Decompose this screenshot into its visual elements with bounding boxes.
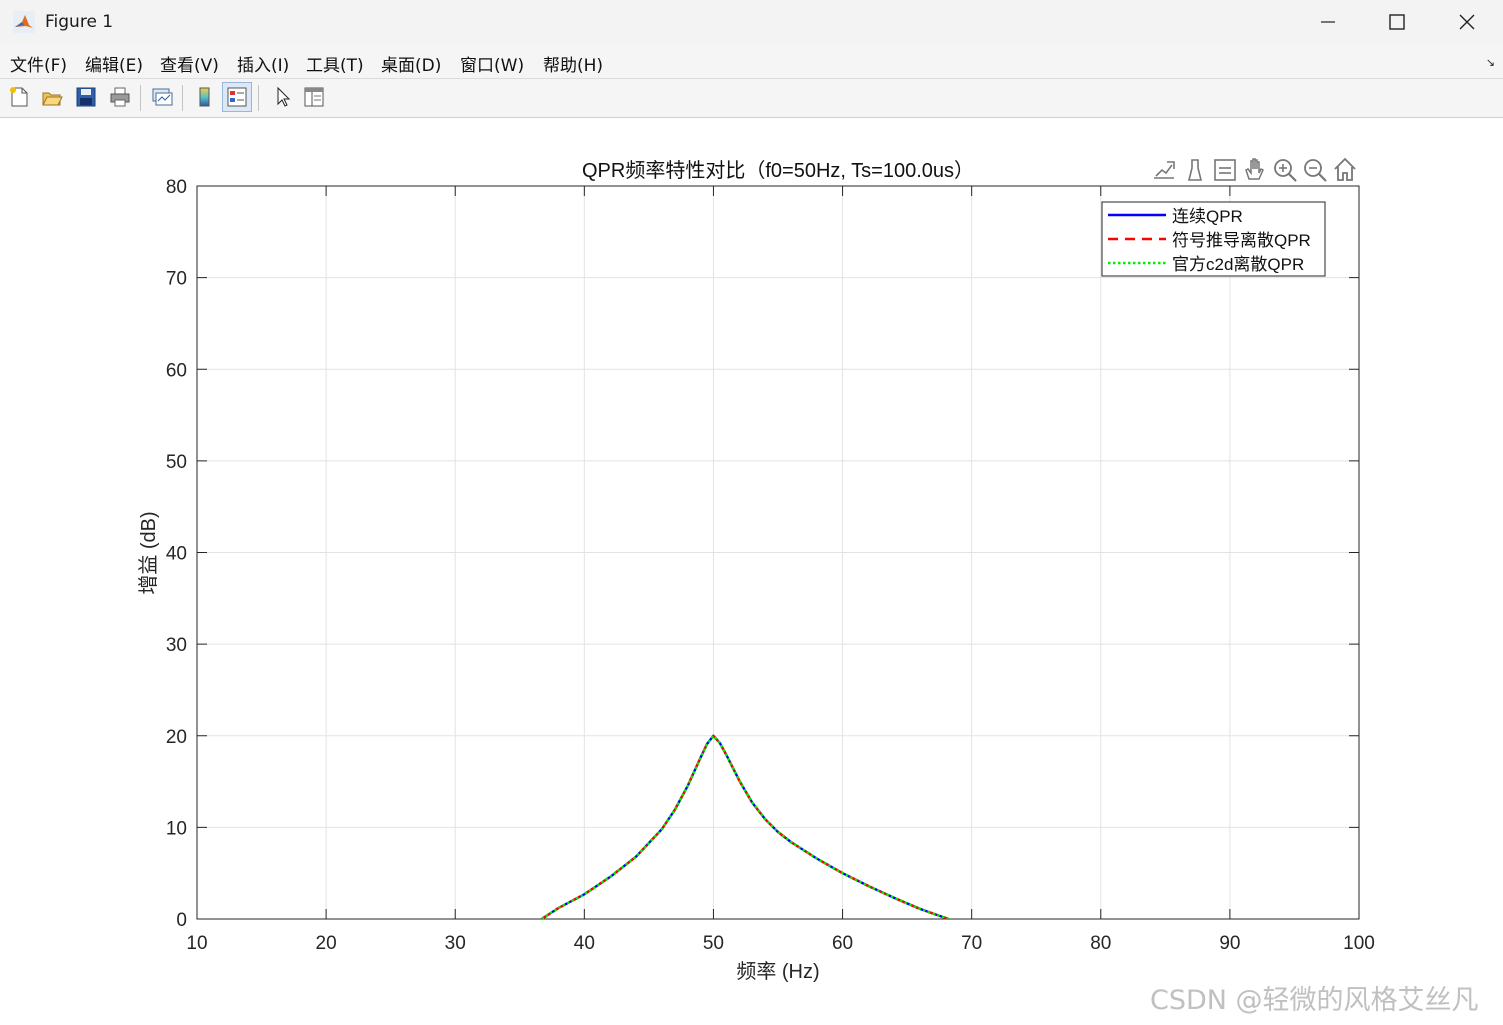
toolbar-separator: [140, 85, 141, 111]
x-axis-label: 频率 (Hz): [736, 960, 819, 983]
close-button[interactable]: [1432, 0, 1502, 44]
menu-tools[interactable]: 工具(T): [306, 51, 364, 76]
legend[interactable]: 连续QPR 符号推导离散QPR 官方c2d离散QPR: [1101, 201, 1326, 277]
window-title-bar: Figure 1: [0, 0, 1503, 44]
legend-label-c2d: 官方c2d离散QPR: [1172, 255, 1304, 274]
menu-view[interactable]: 查看(V): [160, 51, 219, 76]
x-tick-label: 80: [1090, 933, 1111, 954]
property-inspector-button[interactable]: [299, 82, 329, 112]
x-tick-label: 10: [186, 933, 207, 954]
x-tick-label: 40: [574, 933, 595, 954]
close-icon: [1459, 14, 1475, 30]
x-tick-label: 30: [445, 933, 466, 954]
legend-icon: [227, 87, 247, 107]
figure-canvas: 10 20 30 40 50 60 70 80 90 100 0 10 20 30 40 50 60 70 80 Q…: [0, 118, 1503, 1021]
menu-edit[interactable]: 编辑(E): [85, 51, 143, 76]
window-title: Figure 1: [45, 12, 114, 32]
chart-title: QPR频率特性对比（f0=50Hz, Ts=100.0us）: [582, 159, 974, 182]
menu-window[interactable]: 窗口(W): [460, 51, 524, 76]
menu-help[interactable]: 帮助(H): [543, 51, 603, 76]
zoom-out-icon[interactable]: [1304, 159, 1327, 182]
new-figure-button[interactable]: [4, 82, 34, 112]
brush-icon[interactable]: [1187, 159, 1203, 181]
y-tick-label: 50: [166, 452, 187, 473]
save-button[interactable]: [71, 82, 101, 112]
x-tick-label: 90: [1219, 933, 1240, 954]
menu-desktop[interactable]: 桌面(D): [381, 51, 441, 76]
y-tick-label: 60: [166, 360, 187, 381]
minimize-icon: [1321, 21, 1335, 23]
figure-toolbar: [0, 79, 1503, 118]
y-tick-label: 70: [166, 269, 187, 290]
watermark: CSDN @轻微的风格艾丝凡: [1150, 985, 1479, 1016]
maximize-button[interactable]: [1362, 0, 1432, 44]
y-axis-label: 增益 (dB): [137, 511, 160, 594]
matlab-logo-icon: [13, 11, 35, 33]
open-file-button[interactable]: [37, 82, 67, 112]
edit-plot-arrow-icon: [277, 86, 291, 107]
insert-colorbar-button[interactable]: [189, 82, 219, 112]
link-plot-button[interactable]: [147, 82, 177, 112]
y-tick-label: 10: [166, 818, 187, 839]
x-tick-label: 50: [703, 933, 724, 954]
export-icon[interactable]: [1154, 161, 1175, 179]
maximize-icon: [1389, 14, 1405, 30]
property-inspector-icon: [304, 87, 324, 107]
new-figure-icon: [10, 87, 28, 107]
save-icon: [76, 87, 96, 107]
x-tick-label: 60: [832, 933, 853, 954]
grid-lines: [196, 185, 1360, 920]
menu-insert[interactable]: 插入(I): [237, 51, 289, 76]
toolbar-separator: [182, 85, 183, 111]
data-tips-icon[interactable]: [1214, 159, 1236, 181]
y-tick-label: 20: [166, 727, 187, 748]
y-tick-label: 40: [166, 544, 187, 565]
x-tick-label: 70: [961, 933, 982, 954]
y-tick-label: 80: [166, 177, 187, 198]
axis-ticks: 10 20 30 40 50 60 70 80 90 10001020304050607080: [166, 177, 1375, 954]
print-icon: [110, 87, 130, 107]
line-chart[interactable]: 10 20 30 40 50 60 70 80 90 10001020304050607080 Q…: [0, 118, 1503, 1021]
legend-label-continuous: 连续QPR: [1172, 207, 1243, 226]
zoom-in-icon[interactable]: [1274, 159, 1297, 182]
open-file-icon: [42, 92, 63, 106]
menu-bar: 文件(F) 编辑(E) 查看(V) 插入(I) 工具(T) 桌面(D) 窗口(W…: [0, 44, 1503, 79]
edit-plot-button[interactable]: [267, 82, 297, 112]
colorbar-icon: [199, 87, 210, 107]
menu-file[interactable]: 文件(F): [10, 51, 67, 76]
y-tick-label: 0: [176, 910, 187, 931]
toolstrip-expand-icon[interactable]: ↘: [1486, 56, 1495, 69]
x-tick-label: 20: [316, 933, 337, 954]
x-tick-label: 100: [1343, 933, 1375, 954]
home-icon[interactable]: [1334, 157, 1356, 181]
pan-hand-icon[interactable]: [1245, 158, 1264, 180]
link-plot-icon: [152, 88, 173, 106]
y-tick-label: 30: [166, 635, 187, 656]
legend-label-symbolic: 符号推导离散QPR: [1172, 231, 1311, 250]
print-button[interactable]: [105, 82, 135, 112]
axes-toolbar: [1154, 157, 1356, 182]
minimize-button[interactable]: [1293, 0, 1363, 44]
toolbar-separator: [258, 85, 259, 111]
insert-legend-button[interactable]: [222, 82, 252, 112]
